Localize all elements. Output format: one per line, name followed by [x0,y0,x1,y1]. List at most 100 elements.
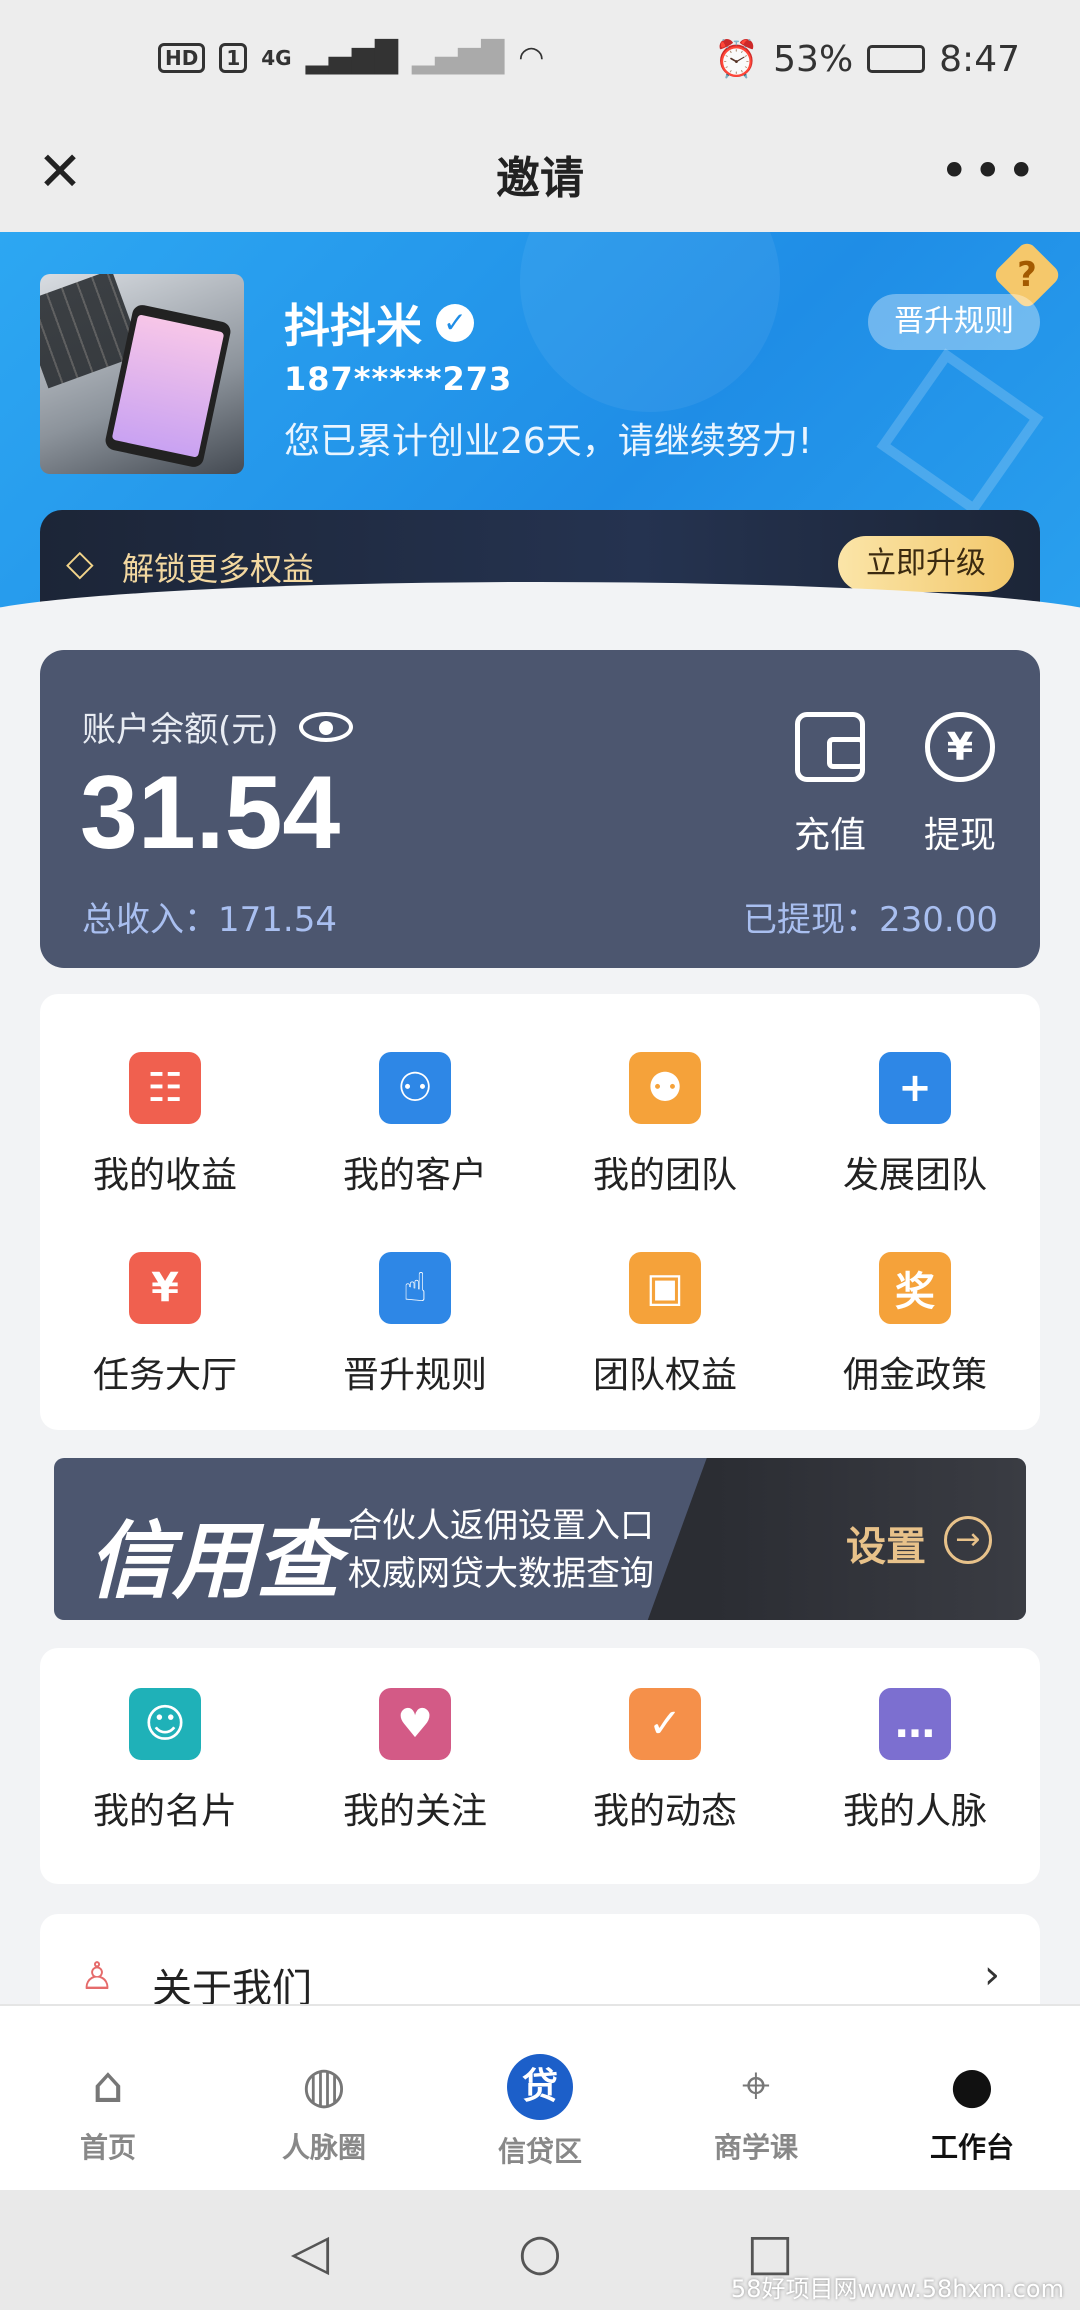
profile-header: 抖抖米 ✓ 187*****273 您已累计创业26天，请继续努力! ? 晋升规… [0,232,1080,612]
arrow-right-icon[interactable]: → [944,1516,992,1564]
yen-icon: ¥ [925,712,995,782]
grid-item-team[interactable]: ⚉ 我的团队 [540,1012,790,1212]
grid-item-prize-bag[interactable]: 奖佣金政策 [790,1212,1040,1412]
credit-line-2: 权威网贷大数据查询 [348,1554,654,1594]
user-name: 抖抖米 ✓ [284,290,474,356]
lock-icon: ▣ [629,1252,701,1324]
chevron-right-icon: › [984,1952,1000,1998]
back-icon[interactable]: ◁ [280,2222,340,2282]
grid-item-lock[interactable]: ▣ 团队权益 [540,1212,790,1412]
social-grid: ☺ 我的名片 ♥ 我的关注 ✓ 我的动态 … 我的人脉 [40,1648,1040,1884]
tab-label: 人脉圈 [281,2131,366,2164]
eye-icon[interactable] [298,711,353,742]
withdraw-label: 提现 [923,815,996,856]
credit-line-1: 合伙人返佣设置入口 [348,1506,654,1546]
function-grid: ☷ 我的收益 ⚇ 我的客户 ⚉ 我的团队 + 发展团队 ¥ 任务大厅 ☝ 晋升规则 ▣ 团队权益 奖佣金政策 [40,994,1040,1430]
bottom-tab-bar: ⌂ 首页 ◍ 人脉圈 贷 信贷区 ⌖ 商学课 ● 工作台 [0,2004,1080,2190]
grid-item-task[interactable]: ¥ 任务大厅 [40,1212,290,1412]
tab-home[interactable]: ⌂ 首页 [0,2006,216,2190]
grid-item-label: 我的动态 [592,1791,737,1832]
watermark: 58好项目网www.58hxm.com [730,2275,1064,2303]
decoration [520,232,780,412]
grid-item-label: 我的人脉 [842,1791,987,1832]
about-us-row[interactable]: ♙ 关于我们 › [40,1914,1040,2014]
task-icon: ¥ [129,1252,201,1324]
tab-network[interactable]: ◍ 人脉圈 [216,2006,432,2190]
workbench-icon: ● [950,2056,994,2114]
grid-item-label: 佣金政策 [842,1355,987,1396]
grid-item-card[interactable]: ☺ 我的名片 [40,1648,290,1848]
account-card: 账户余额(元) 31.54 总收入：171.54 已提现：230.00 充值 ¥… [40,650,1040,968]
add-team-icon: + [879,1052,951,1124]
tab-loan[interactable]: 贷 信贷区 [432,2006,648,2190]
signal-icon: ▂▄▆█ [305,40,398,75]
wifi-icon: ◠ [518,40,545,75]
grid-item-calendar[interactable]: ☷ 我的收益 [40,1012,290,1212]
avatar[interactable] [40,274,244,474]
wallet-icon [795,712,865,782]
edit-icon: ✓ [629,1688,701,1760]
sim-badge: 1 [219,42,248,73]
tab-label: 信贷区 [497,2135,582,2168]
tap-icon: ☝ [379,1252,451,1324]
calendar-icon: ☷ [129,1052,201,1124]
verified-icon: ✓ [436,304,474,342]
battery-icon [867,45,926,73]
heart-icon: ♥ [379,1688,451,1760]
total-income: 总收入：171.54 [82,900,337,940]
grid-item-add-team[interactable]: + 发展团队 [790,1012,1040,1212]
title-bar: ✕ 邀请 ••• [0,120,1080,232]
grid-item-tap[interactable]: ☝ 晋升规则 [290,1212,540,1412]
decoration [876,348,1044,516]
tab-course[interactable]: ⌖ 商学课 [648,2006,864,2190]
graduation-cap-icon: ⌖ [741,2056,771,2114]
more-icon[interactable]: ••• [940,142,1040,200]
alarm-icon: ⏰ [714,39,760,80]
team-icon: ⚉ [629,1052,701,1124]
tab-label: 首页 [79,2131,136,2164]
balance-label: 账户余额(元) [82,710,279,750]
status-bar: HD 1 4G ▂▄▆█ ▂▄▆█ ◠ ⏰ 53% 8:47 [0,0,1080,120]
grid-item-chat[interactable]: … 我的人脉 [790,1648,1040,1848]
grid-item-label: 任务大厅 [92,1355,237,1396]
grid-item-users[interactable]: ⚇ 我的客户 [290,1012,540,1212]
days-text: 您已累计创业26天，请继续努力! [284,421,813,462]
hd-badge: HD [158,42,206,73]
battery-percent: 53% [773,38,854,80]
signal-icon-2: ▂▄▆█ [411,40,505,75]
user-phone: 187*****273 [284,360,513,398]
chat-icon: … [879,1688,951,1760]
users-icon: ⚇ [379,1052,451,1124]
diamond-icon: ◇ [66,543,94,584]
withdrawn-amount: 已提现：230.00 [743,900,998,940]
grid-item-label: 晋升规则 [342,1355,487,1396]
network-type: 4G [261,45,292,70]
system-navigation: ◁ ○ □ 58好项目网www.58hxm.com [0,2190,1080,2310]
upgrade-button[interactable]: 立即升级 [838,536,1014,592]
planet-icon: ◍ [302,2056,346,2114]
grid-item-label: 我的团队 [592,1155,737,1196]
loan-icon: 贷 [507,2054,573,2120]
grid-item-label: 发展团队 [842,1155,987,1196]
tab-label: 工作台 [929,2131,1014,2164]
settings-link[interactable]: 设置 [846,1514,926,1572]
home-icon: ⌂ [92,2056,124,2114]
grid-item-label: 我的收益 [92,1155,237,1196]
home-circle-icon[interactable]: ○ [510,2222,570,2282]
grid-item-label: 我的名片 [92,1791,237,1832]
grid-item-label: 我的客户 [342,1155,487,1196]
balance-value: 31.54 [80,755,341,871]
unlock-text: 解锁更多权益 [122,550,315,588]
prize-bag-icon: 奖 [879,1252,951,1324]
tab-label: 商学课 [713,2131,798,2164]
recharge-button[interactable]: 充值 [780,712,880,858]
grid-item-label: 我的关注 [342,1791,487,1832]
people-icon: ♙ [80,1954,115,1998]
grid-item-label: 团队权益 [592,1355,737,1396]
promotion-rules-button[interactable]: 晋升规则 [868,294,1040,350]
grid-item-edit[interactable]: ✓ 我的动态 [540,1648,790,1848]
grid-item-heart[interactable]: ♥ 我的关注 [290,1648,540,1848]
withdraw-button[interactable]: ¥ 提现 [910,712,1010,858]
credit-banner[interactable]: 信用查 合伙人返佣设置入口 权威网贷大数据查询 设置 → [54,1458,1026,1620]
tab-workbench[interactable]: ● 工作台 [864,2006,1080,2190]
